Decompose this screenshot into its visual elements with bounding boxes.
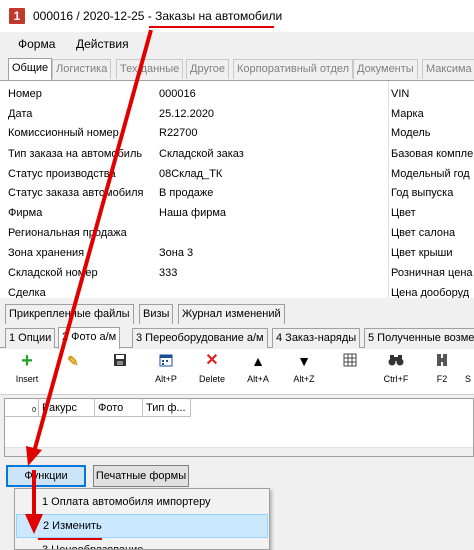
attachment-tabs: Прикрепленные файлы Визы Журнал изменени… — [0, 304, 474, 324]
value-commission-number[interactable]: R22700 — [159, 127, 198, 139]
more-icon — [462, 353, 474, 369]
functions-button[interactable]: Функции — [6, 465, 86, 487]
grid-settings-button[interactable] — [333, 353, 367, 393]
calendar-icon — [158, 353, 174, 369]
tab-other[interactable]: Другое — [186, 59, 229, 79]
title-annotation-underline — [149, 26, 274, 28]
label-number: Номер — [8, 88, 42, 100]
column-header-photo[interactable]: Фото — [95, 399, 143, 417]
move-down-button[interactable]: ▼ Alt+Z — [287, 353, 321, 393]
label-production-year: Год выпуска — [391, 187, 454, 199]
label-retail-price: Розничная цена — [391, 267, 473, 279]
value-warehouse-number[interactable]: 333 — [159, 267, 177, 279]
menu-item-annotation-underline — [38, 538, 102, 540]
tab-work-orders[interactable]: 4 Заказ-наряды — [272, 328, 361, 348]
value-storage-zone[interactable]: Зона 3 — [159, 247, 193, 259]
filter-icon — [434, 353, 450, 369]
label-firm: Фирма — [8, 207, 43, 219]
label-color: Цвет — [391, 207, 416, 219]
more-button[interactable]: S — [462, 353, 474, 393]
column-header-photo-type[interactable]: Тип ф... — [143, 399, 191, 417]
value-date[interactable]: 25.12.2020 — [159, 108, 214, 120]
column-divider — [388, 81, 389, 298]
label-interior-color: Цвет салона — [391, 227, 456, 239]
pencil-icon: ✎ — [67, 353, 79, 369]
label-roof-color: Цвет крыши — [391, 247, 453, 259]
label-regional-sale: Региональная продажа — [8, 227, 127, 239]
tab-tech-data[interactable]: Тех.данные — [116, 59, 184, 79]
arrow-down-icon: ▼ — [297, 353, 311, 369]
app-icon: 1 — [9, 8, 25, 24]
tab-documents[interactable]: Документы — [353, 59, 418, 79]
functions-menu: 1 Оплата автомобиля импортеру 2 Изменить… — [14, 488, 270, 550]
tab-change-log[interactable]: Журнал изменений — [178, 304, 285, 324]
arrow-up-icon: ▲ — [251, 353, 265, 369]
menu-item-pay-importer[interactable]: 1 Оплата автомобиля импортеру — [16, 491, 268, 515]
alt-p-button[interactable]: Alt+P — [149, 353, 183, 393]
tab-options[interactable]: 1 Опции — [5, 328, 56, 348]
menu-bar: Форма Действия — [0, 32, 474, 56]
edit-button[interactable]: ✎ — [56, 353, 90, 393]
value-firm[interactable]: Наша фирма — [159, 207, 226, 219]
label-order-type: Тип заказа на автомобиль — [8, 148, 143, 160]
label-brand: Марка — [391, 108, 424, 120]
label-production-status: Статус производства — [8, 168, 116, 180]
general-form: Номер 000016 Дата 25.12.2020 Комиссионны… — [0, 80, 474, 298]
photo-grid[interactable]: 0 Ракурс Фото Тип ф... — [4, 398, 474, 457]
menu-form[interactable]: Форма — [18, 37, 55, 51]
label-date: Дата — [8, 108, 33, 120]
horizontal-scrollbar[interactable] — [5, 447, 473, 456]
value-number[interactable]: 000016 — [159, 88, 196, 100]
move-up-button[interactable]: ▲ Alt+A — [241, 353, 275, 393]
label-vin: VIN — [391, 88, 410, 100]
label-model: Модель — [391, 127, 431, 139]
main-tabs: Общие Логистика Тех.данные Другое Корпор… — [0, 58, 474, 80]
plus-icon: + — [21, 350, 33, 372]
grid-toolbar: + Insert ✎ Alt+P ✕ Delete ▲ Alt+A ▼ Alt+… — [0, 349, 474, 395]
menu-actions[interactable]: Действия — [76, 37, 129, 51]
label-warehouse-number: Складской номер — [8, 267, 98, 279]
tab-visas[interactable]: Визы — [139, 304, 174, 324]
value-order-status[interactable]: В продаже — [159, 187, 213, 199]
find-button[interactable]: Ctrl+F — [379, 353, 413, 393]
title-bar: 1 000016 / 2020-12-25 - Заказы на автомо… — [0, 0, 474, 32]
delete-button[interactable]: ✕ Delete — [195, 353, 229, 393]
insert-button[interactable]: + Insert — [10, 350, 44, 393]
label-commission-number: Комиссионный номер — [8, 127, 119, 139]
delete-icon: ✕ — [205, 352, 219, 369]
column-header-angle[interactable]: Ракурс — [39, 399, 95, 417]
window-title: 000016 / 2020-12-25 - Заказы на автомоби… — [33, 9, 283, 23]
grid-row-header: 0 — [5, 399, 39, 417]
label-base-trim: Базовая комплек — [391, 148, 474, 160]
tab-car-photo[interactable]: 2 Фото а/м — [58, 327, 121, 349]
label-storage-zone: Зона хранения — [8, 247, 85, 259]
grid-icon — [342, 353, 358, 369]
bottom-button-bar: Функции Печатные формы — [0, 460, 474, 490]
menu-item-pricing[interactable]: 3 Ценообразование — [16, 539, 268, 549]
menu-item-edit[interactable]: 2 Изменить — [16, 514, 268, 538]
tab-corporate[interactable]: Корпоративный отдел — [233, 59, 354, 79]
tab-general[interactable]: Общие — [8, 58, 53, 80]
tab-reimbursements[interactable]: 5 Полученные возме — [364, 328, 474, 348]
label-model-year: Модельный год — [391, 168, 470, 180]
label-equipment-price: Цена дооборуд — [391, 287, 470, 298]
label-order-status: Статус заказа автомобиля — [8, 187, 144, 199]
detail-tabs: 1 Опции 2 Фото а/м 3 Переоборудование а/… — [0, 327, 474, 349]
value-order-type[interactable]: Складской заказ — [159, 148, 244, 160]
value-production-status[interactable]: 08Склад_ТК — [159, 168, 222, 180]
tab-re-equipment[interactable]: 3 Переоборудование а/м — [132, 328, 268, 348]
filter-button[interactable]: F2 — [425, 353, 459, 393]
binoculars-icon — [388, 353, 404, 369]
print-forms-button[interactable]: Печатные формы — [93, 465, 189, 487]
label-deal: Сделка — [8, 287, 46, 298]
save-icon — [112, 353, 128, 369]
save-button[interactable] — [103, 353, 137, 393]
tab-maxima[interactable]: Максима — [422, 59, 474, 79]
tab-attached-files[interactable]: Прикрепленные файлы — [5, 304, 134, 324]
tab-logistics[interactable]: Логистика — [52, 59, 112, 79]
